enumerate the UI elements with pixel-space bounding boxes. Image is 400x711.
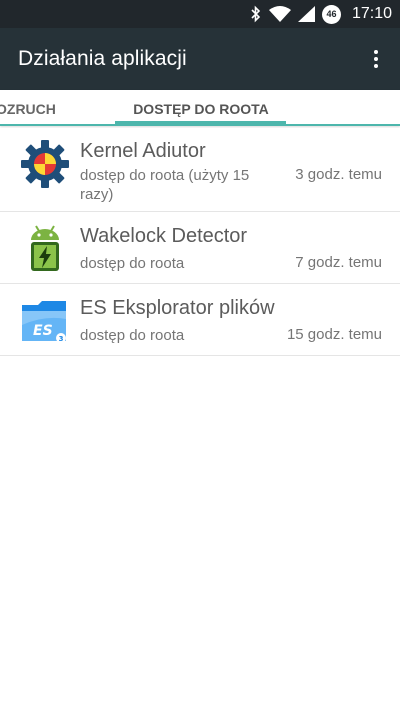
svg-text:3: 3 (59, 335, 64, 343)
action-bar: Działania aplikacji (0, 28, 400, 90)
app-name: ES Eksplorator plików (80, 297, 275, 319)
app-name: Kernel Adiutor (80, 140, 206, 162)
tab-bar: OZRUCH DOSTĘP DO ROOTA (0, 90, 400, 126)
app-status: dostęp do roota (użyty 15 razy) (80, 167, 250, 203)
data-badge-icon: 46 (321, 4, 341, 24)
svg-text:ES: ES (33, 323, 53, 339)
app-name: Wakelock Detector (80, 225, 248, 247)
cell-signal-icon (297, 6, 315, 22)
more-vert-icon[interactable] (364, 47, 388, 71)
clock: 17:10 (351, 5, 392, 22)
bluetooth-icon (250, 5, 262, 23)
wakelock-detector-icon (20, 223, 70, 273)
es-explorer-icon: ES 3 (20, 295, 70, 345)
kernel-adiutor-icon (20, 139, 70, 189)
page-title: Działania aplikacji (18, 47, 187, 70)
app-status: dostęp do roota (80, 255, 185, 272)
tab-indicator (115, 121, 286, 124)
tab-browse[interactable]: OZRUCH (0, 90, 56, 124)
app-time: 7 godz. temu (295, 254, 382, 271)
app-time: 15 godz. temu (286, 326, 382, 343)
list-item-wakelock-detector[interactable]: Wakelock Detector dostęp do roota 7 godz… (0, 212, 400, 284)
app-ops-screen: 46 17:10 Działania aplikacji OZRUCH DOST… (0, 0, 400, 711)
app-list: Kernel Adiutor dostęp do roota (użyty 15… (0, 128, 400, 356)
status-bar: 46 17:10 (0, 0, 400, 28)
app-time: 3 godz. temu (295, 166, 382, 183)
list-item-es-explorer[interactable]: ES 3 ES Eksplorator plików dostęp do roo… (0, 284, 400, 356)
tab-root-access[interactable]: DOSTĘP DO ROOTA (116, 90, 286, 124)
wifi-icon (268, 6, 291, 22)
list-item-kernel-adiutor[interactable]: Kernel Adiutor dostęp do roota (użyty 15… (0, 128, 400, 212)
app-status: dostęp do roota (80, 327, 185, 344)
